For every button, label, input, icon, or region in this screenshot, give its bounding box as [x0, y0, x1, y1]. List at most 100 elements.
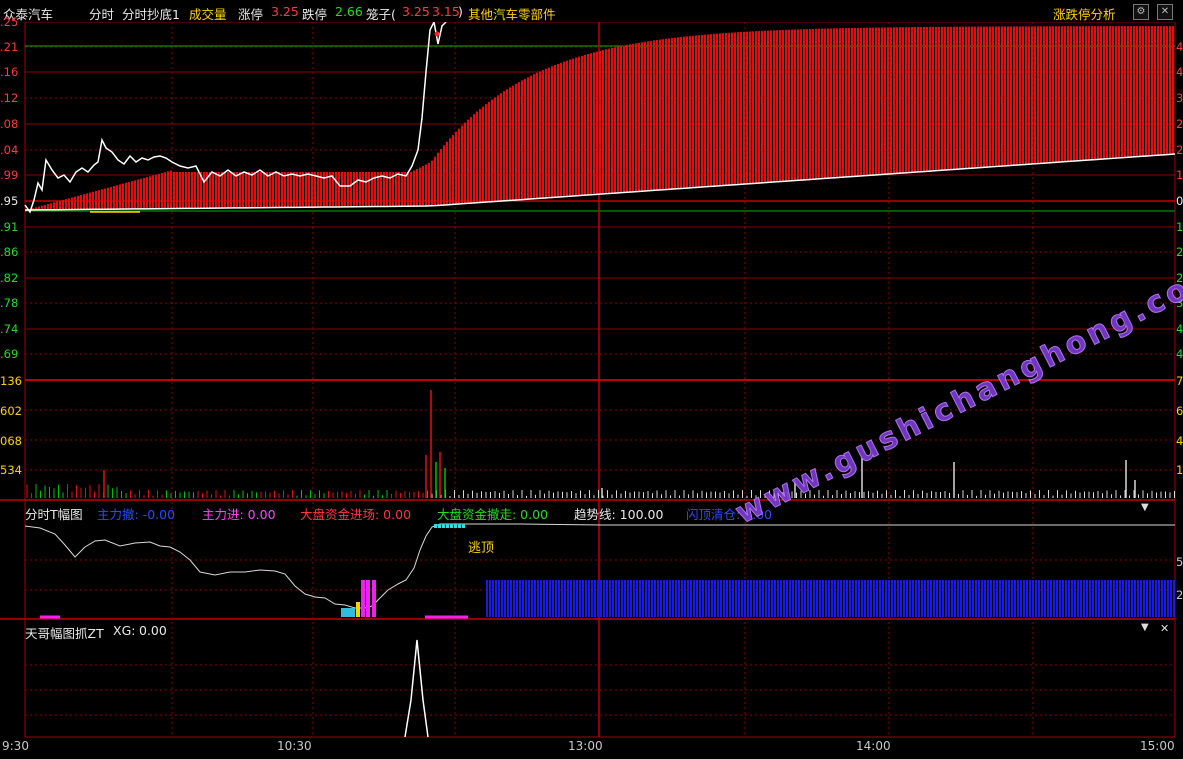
close-icon[interactable]: ✕	[1157, 4, 1173, 20]
clear-position-bar	[1020, 580, 1022, 617]
time-label-1500: 15:00	[1140, 739, 1175, 753]
fill-bar	[284, 172, 286, 208]
clear-position-bar	[576, 580, 578, 617]
fill-bar	[152, 175, 154, 209]
clear-position-bar	[1017, 580, 1019, 617]
fill-bar	[716, 33, 718, 187]
fill-bar	[971, 26, 973, 169]
fill-bar	[491, 99, 493, 202]
fill-bar	[656, 39, 658, 191]
clear-position-bar	[954, 580, 956, 617]
clear-position-bar	[1080, 580, 1082, 617]
fill-bar	[503, 91, 505, 201]
clear-position-bar	[528, 580, 530, 617]
gear-icon[interactable]: ⚙	[1133, 4, 1149, 20]
mode-label[interactable]: 分时	[89, 4, 114, 23]
fill-bar	[530, 75, 532, 200]
fill-bar	[368, 172, 370, 207]
clear-position-bar	[996, 580, 998, 617]
clear-position-bar	[702, 580, 704, 617]
fill-bar	[50, 203, 52, 210]
zt-panel-title[interactable]: 天哥幅图抓ZT	[25, 623, 104, 642]
fill-bar	[929, 26, 931, 172]
fill-bar	[1076, 26, 1078, 161]
fill-bar	[1058, 26, 1060, 163]
limit-analysis-button[interactable]: 涨跌停分析	[1053, 4, 1116, 23]
fill-bar	[428, 163, 430, 207]
clear-position-bar	[840, 580, 842, 617]
clear-position-bar	[879, 580, 881, 617]
clear-position-bar	[729, 580, 731, 617]
fill-bar	[635, 43, 637, 192]
fill-bar	[704, 34, 706, 187]
clear-position-bar	[783, 580, 785, 617]
clear-position-bar	[825, 580, 827, 617]
fill-bar	[926, 26, 928, 172]
fill-bar	[863, 27, 865, 176]
clear-position-bar	[624, 580, 626, 617]
fill-bar	[1157, 26, 1159, 156]
volume-label[interactable]: 成交量	[189, 4, 227, 23]
fill-bar	[62, 199, 64, 210]
clear-position-bar	[861, 580, 863, 617]
fill-bar	[104, 188, 106, 210]
sector-label[interactable]: 其他汽车零部件	[468, 4, 556, 23]
clear-position-bar	[1059, 580, 1061, 617]
clear-position-bar	[759, 580, 761, 617]
fill-bar	[890, 27, 892, 174]
clear-position-bar	[660, 580, 662, 617]
fill-bar	[782, 29, 784, 182]
fill-bar	[266, 172, 268, 208]
clear-position-bar	[627, 580, 629, 617]
fill-bar	[176, 172, 178, 209]
indicator-name[interactable]: 分时抄底1	[122, 4, 180, 23]
fill-bar	[566, 60, 568, 197]
clear-position-bar	[705, 580, 707, 617]
clear-position-bar	[696, 580, 698, 617]
close-icon[interactable]: ✕	[1160, 622, 1169, 635]
fill-bar	[647, 41, 649, 191]
price-label-8: .91	[0, 220, 19, 234]
fill-bar	[551, 66, 553, 198]
fill-bar	[98, 190, 100, 210]
fill-bar	[170, 170, 172, 209]
fill-bar	[725, 32, 727, 186]
fill-bar	[884, 27, 886, 175]
fill-bar	[518, 82, 520, 200]
fill-bar	[251, 172, 253, 208]
fill-bar	[914, 27, 916, 173]
clear-position-bar	[789, 580, 791, 617]
clear-position-bar	[771, 580, 773, 617]
fill-bar	[878, 27, 880, 175]
fill-bar	[101, 189, 103, 210]
clear-position-bar	[1113, 580, 1115, 617]
clear-position-bar	[1050, 580, 1052, 617]
fill-bar	[431, 160, 433, 206]
fill-bar	[425, 164, 427, 207]
fill-bar	[773, 30, 775, 183]
t-axis-label-2: 2	[1176, 588, 1183, 602]
fill-bar	[1136, 26, 1138, 157]
volume-scale-label-3: 1	[1176, 463, 1183, 477]
triangle-down-icon[interactable]: ▼	[1141, 502, 1149, 513]
t-panel-title[interactable]: 分时T幅图	[25, 504, 83, 523]
clear-position-bar	[1065, 580, 1067, 617]
fill-bar	[935, 26, 937, 171]
clear-position-bar	[669, 580, 671, 617]
triangle-down-icon[interactable]: ▼	[1141, 622, 1149, 633]
price-line	[24, 19, 447, 214]
fill-bar	[65, 199, 67, 210]
clear-position-bar	[900, 580, 902, 617]
fill-bar	[608, 48, 610, 194]
fill-bar	[1112, 26, 1114, 159]
fill-bar	[1013, 26, 1015, 166]
fill-bar	[812, 28, 814, 180]
fill-bar	[521, 80, 523, 200]
clear-position-bar	[804, 580, 806, 617]
fill-bar	[473, 114, 475, 203]
fill-bar	[275, 172, 277, 208]
clear-position-bar	[948, 580, 950, 617]
fill-bar	[563, 61, 565, 197]
fill-bar	[164, 172, 166, 209]
fill-bar	[638, 42, 640, 192]
